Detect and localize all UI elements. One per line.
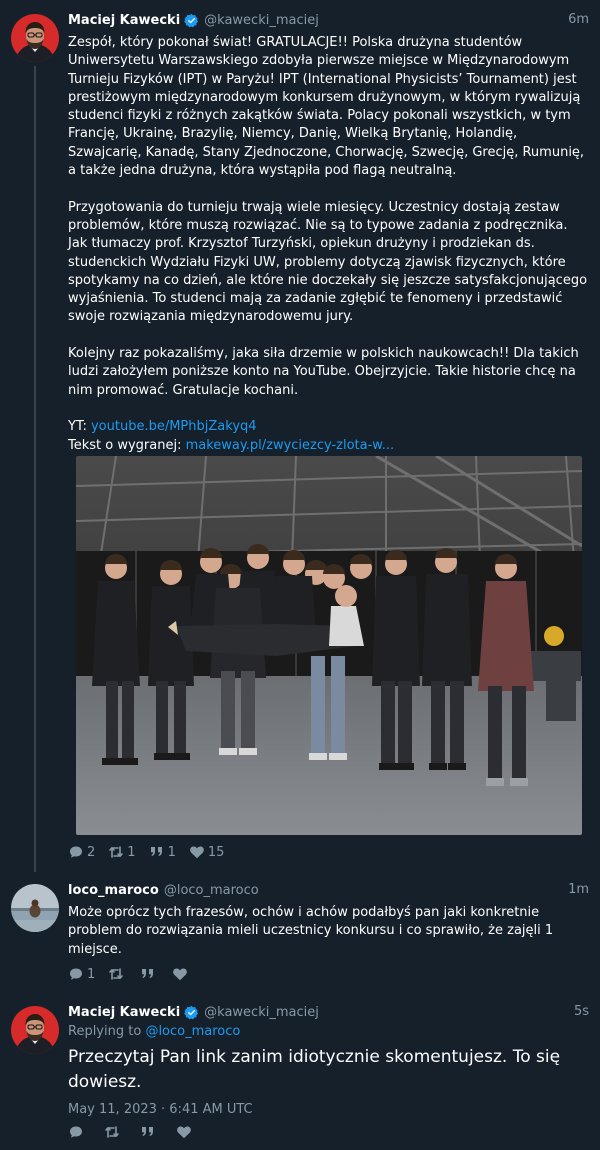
youtube-line: YT: youtube.be/MPhbjZakyq4	[68, 418, 590, 436]
thread-line	[34, 66, 36, 872]
quote-icon	[149, 844, 165, 860]
youtube-link[interactable]: youtube.be/MPhbjZakyq4	[91, 419, 257, 434]
tweet-date[interactable]: May 11, 2023 · 6:41 AM UTC	[68, 1100, 590, 1120]
author-name[interactable]: Maciej Kawecki	[68, 1005, 180, 1020]
like-button[interactable]	[172, 966, 191, 982]
youtube-label: YT:	[68, 419, 87, 435]
reply-button[interactable]	[68, 1124, 87, 1140]
replying-to-handle[interactable]: @loco_maroco	[145, 1024, 240, 1039]
tweet-time[interactable]: 5s	[574, 1002, 589, 1022]
author-handle[interactable]: @loco_maroco	[164, 883, 259, 898]
like-button[interactable]: 15	[189, 844, 225, 860]
tweet-main-reply[interactable]: Maciej Kawecki @kawecki_maciej Replying …	[0, 1002, 600, 1150]
reply-icon	[68, 966, 84, 982]
reply-button[interactable]: 1	[68, 966, 95, 982]
tweet-text: Może oprócz tych frazesów, ochów i achów…	[68, 905, 554, 957]
quote-count: 1	[167, 844, 176, 860]
reply-button[interactable]: 2	[68, 844, 95, 860]
quote-button[interactable]	[140, 1124, 159, 1140]
like-icon	[189, 844, 205, 860]
tweet-time[interactable]: 6m	[568, 10, 589, 30]
retweet-icon	[108, 966, 124, 982]
author-handle[interactable]: @kawecki_maciej	[204, 13, 319, 28]
reply-icon	[68, 1124, 84, 1140]
team-photo[interactable]	[76, 456, 582, 835]
quote-button[interactable]	[140, 966, 159, 982]
like-icon	[176, 1124, 192, 1140]
tweet-time[interactable]: 1m	[568, 880, 589, 900]
verified-badge-icon	[184, 13, 199, 28]
reply-count: 2	[87, 844, 96, 860]
tweet-actions: 2 1 1 15	[68, 842, 237, 862]
retweet-icon	[108, 844, 124, 860]
tweet-paragraph: Zespół, który pokonał świat! GRATULACJE!…	[68, 35, 585, 179]
quote-icon	[140, 966, 156, 982]
retweet-button[interactable]	[108, 966, 127, 982]
tweet-paragraph: Przygotowania do turnieju trwają wiele m…	[68, 199, 588, 325]
retweet-count: 1	[127, 844, 136, 860]
tweet-text: Zespół, który pokonał świat! GRATULACJE!…	[68, 34, 590, 455]
author-handle[interactable]: @kawecki_maciej	[204, 1005, 319, 1020]
retweet-button[interactable]	[104, 1124, 123, 1140]
like-button[interactable]	[176, 1124, 195, 1140]
avatar[interactable]	[11, 884, 59, 932]
replying-label: Replying to	[68, 1024, 142, 1039]
quote-button[interactable]: 1	[149, 844, 176, 860]
tweet-actions	[68, 1122, 208, 1142]
reply-icon	[68, 844, 84, 860]
tweet-main[interactable]: Maciej Kawecki @kawecki_maciej Zespół, k…	[0, 0, 600, 872]
like-icon	[172, 966, 188, 982]
tweet-reply[interactable]: loco_maroco @loco_maroco Może oprócz tyc…	[0, 876, 600, 996]
article-label: Tekst o wygranej:	[68, 437, 182, 453]
tweet-paragraph: Kolejny raz pokazaliśmy, jaka siła drzem…	[68, 346, 579, 398]
avatar[interactable]	[11, 1006, 59, 1054]
avatar[interactable]	[11, 14, 59, 62]
reply-count: 1	[87, 966, 96, 982]
tweet-text: Przeczytaj Pan link zanim idiotycznie sk…	[68, 1047, 561, 1092]
article-line: Tekst o wygranej: makeway.pl/zwyciezcy-z…	[68, 437, 590, 455]
like-count: 15	[207, 844, 225, 860]
verified-badge-icon	[184, 1005, 199, 1020]
replying-to: Replying to @loco_maroco	[68, 1022, 590, 1042]
tweet-actions: 1	[68, 964, 204, 984]
author-name[interactable]: loco_maroco	[68, 883, 159, 898]
article-link[interactable]: makeway.pl/zwyciezcy-zlota-w...	[186, 438, 395, 453]
quote-icon	[140, 1124, 156, 1140]
retweet-button[interactable]: 1	[108, 844, 136, 860]
retweet-icon	[104, 1124, 120, 1140]
author-name[interactable]: Maciej Kawecki	[68, 13, 180, 28]
